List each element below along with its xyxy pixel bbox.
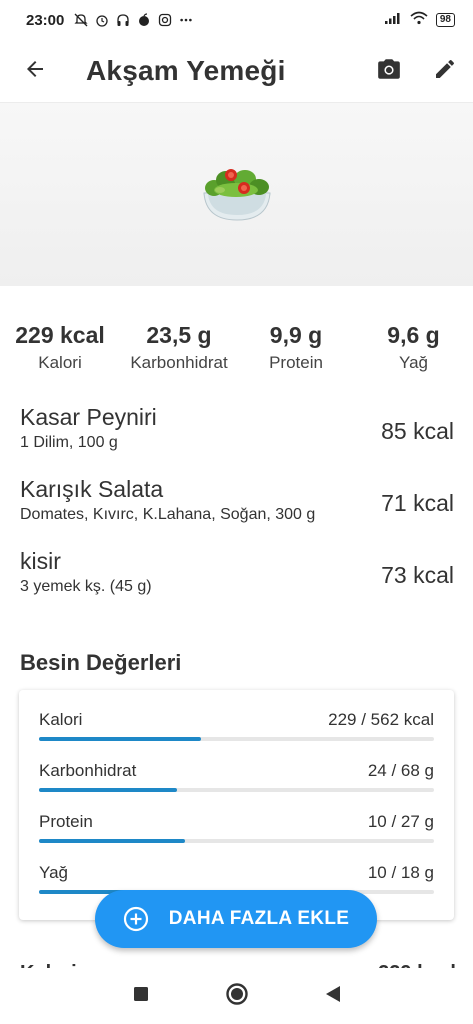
back-nav-button[interactable] [285,968,381,1024]
edit-icon [433,57,457,86]
food-desc: 3 yemek kş. (45 g) [20,578,152,595]
food-desc: Domates, Kıvırc, K.Lahana, Soğan, 300 g [20,506,316,523]
progress-track [39,839,434,843]
nutrient-value: 10 / 18 g [367,863,434,882]
macro-value: 229 kcal [15,322,105,348]
camera-icon [376,56,402,87]
macro-protein: 9,9 g Protein [238,322,354,373]
nutrient-row: Kalori 229 / 562 kcal [39,710,434,750]
food-name: kisir [20,548,61,574]
recents-button[interactable] [93,968,189,1024]
nutrient-value: 229 / 562 kcal [328,710,434,729]
food-name: Karışık Salata [20,476,164,502]
nutrient-label: Kalori [39,710,83,729]
back-button[interactable] [0,40,70,102]
app-bar-actions [361,40,473,102]
food-kcal: 71 kcal [381,490,454,516]
macro-summary: 229 kcal Kalori 23,5 g Karbonhidrat 9,9 … [0,322,473,373]
macro-value: 9,9 g [269,322,323,348]
food-name: Kasar Peyniri [20,404,157,430]
progress-track [39,788,434,792]
battery-icon: 98 [435,13,455,27]
macro-carbs: 23,5 g Karbonhidrat [120,322,238,373]
food-kcal: 85 kcal [381,418,454,444]
food-item-kasar-peyniri[interactable]: Kasar Peyniri 1 Dilim, 100 g 85 kcal [20,404,456,466]
food-item-karisik-salata[interactable]: Karışık Salata Domates, Kıvırc, K.Lahana… [20,476,456,538]
more-icon [179,13,193,27]
add-circle-icon [123,906,149,932]
signal-icon [384,11,402,29]
nutrient-row: Protein 10 / 27 g [39,812,434,852]
home-circle-icon [225,982,249,1011]
add-more-button[interactable]: DAHA FAZLA EKLE [95,890,377,948]
macro-label: Yağ [399,353,428,372]
macro-label: Kalori [38,353,82,372]
wifi-icon [410,11,428,29]
food-item-kisir[interactable]: kisir 3 yemek kş. (45 g) 73 kcal [20,548,456,610]
macro-calories: 229 kcal Kalori [0,322,120,373]
edit-button[interactable] [417,40,473,102]
macro-label: Protein [269,353,323,372]
macro-value: 9,6 g [387,322,440,348]
macro-fat: 9,6 g Yağ [354,322,473,373]
status-time: 23:00 [26,11,65,29]
nutrient-row: Karbonhidrat 24 / 68 g [39,761,434,801]
nutrient-label: Protein [39,812,93,831]
status-right: 98 [384,11,455,29]
headphones-icon [116,13,130,27]
status-bar: 23:00 98 [0,0,473,40]
progress-track [39,737,434,741]
mute-icon [74,13,88,27]
add-more-label: DAHA FAZLA EKLE [168,908,350,929]
nutrient-label: Karbonhidrat [39,761,137,780]
instagram-icon [158,13,172,27]
macro-label: Karbonhidrat [130,353,228,372]
alarm-icon [95,13,109,27]
back-arrow-icon [23,57,47,86]
triangle-back-icon [325,985,341,1008]
square-icon [133,986,149,1007]
app-bar: Akşam Yemeği [0,40,473,102]
macro-value: 23,5 g [146,322,212,348]
food-kcal: 73 kcal [381,562,454,588]
progress-fill [39,839,186,843]
home-button[interactable] [189,968,285,1024]
camera-button[interactable] [361,40,417,102]
food-desc: 1 Dilim, 100 g [20,434,118,451]
nutrient-label: Yağ [39,863,68,882]
status-icons [74,13,193,27]
salad-icon [200,160,274,229]
section-title-nutrients: Besin Değerleri [20,650,182,675]
progress-fill [39,737,201,741]
nutrient-value: 24 / 68 g [367,761,434,780]
meal-image [0,102,473,286]
nutrients-card: Kalori 229 / 562 kcal Karbonhidrat 24 / … [19,690,454,920]
progress-fill [39,788,178,792]
nutrient-value: 10 / 27 g [367,812,434,831]
app-icon [137,13,151,27]
page-title: Akşam Yemeği [86,55,286,86]
system-nav-bar [0,968,473,1024]
